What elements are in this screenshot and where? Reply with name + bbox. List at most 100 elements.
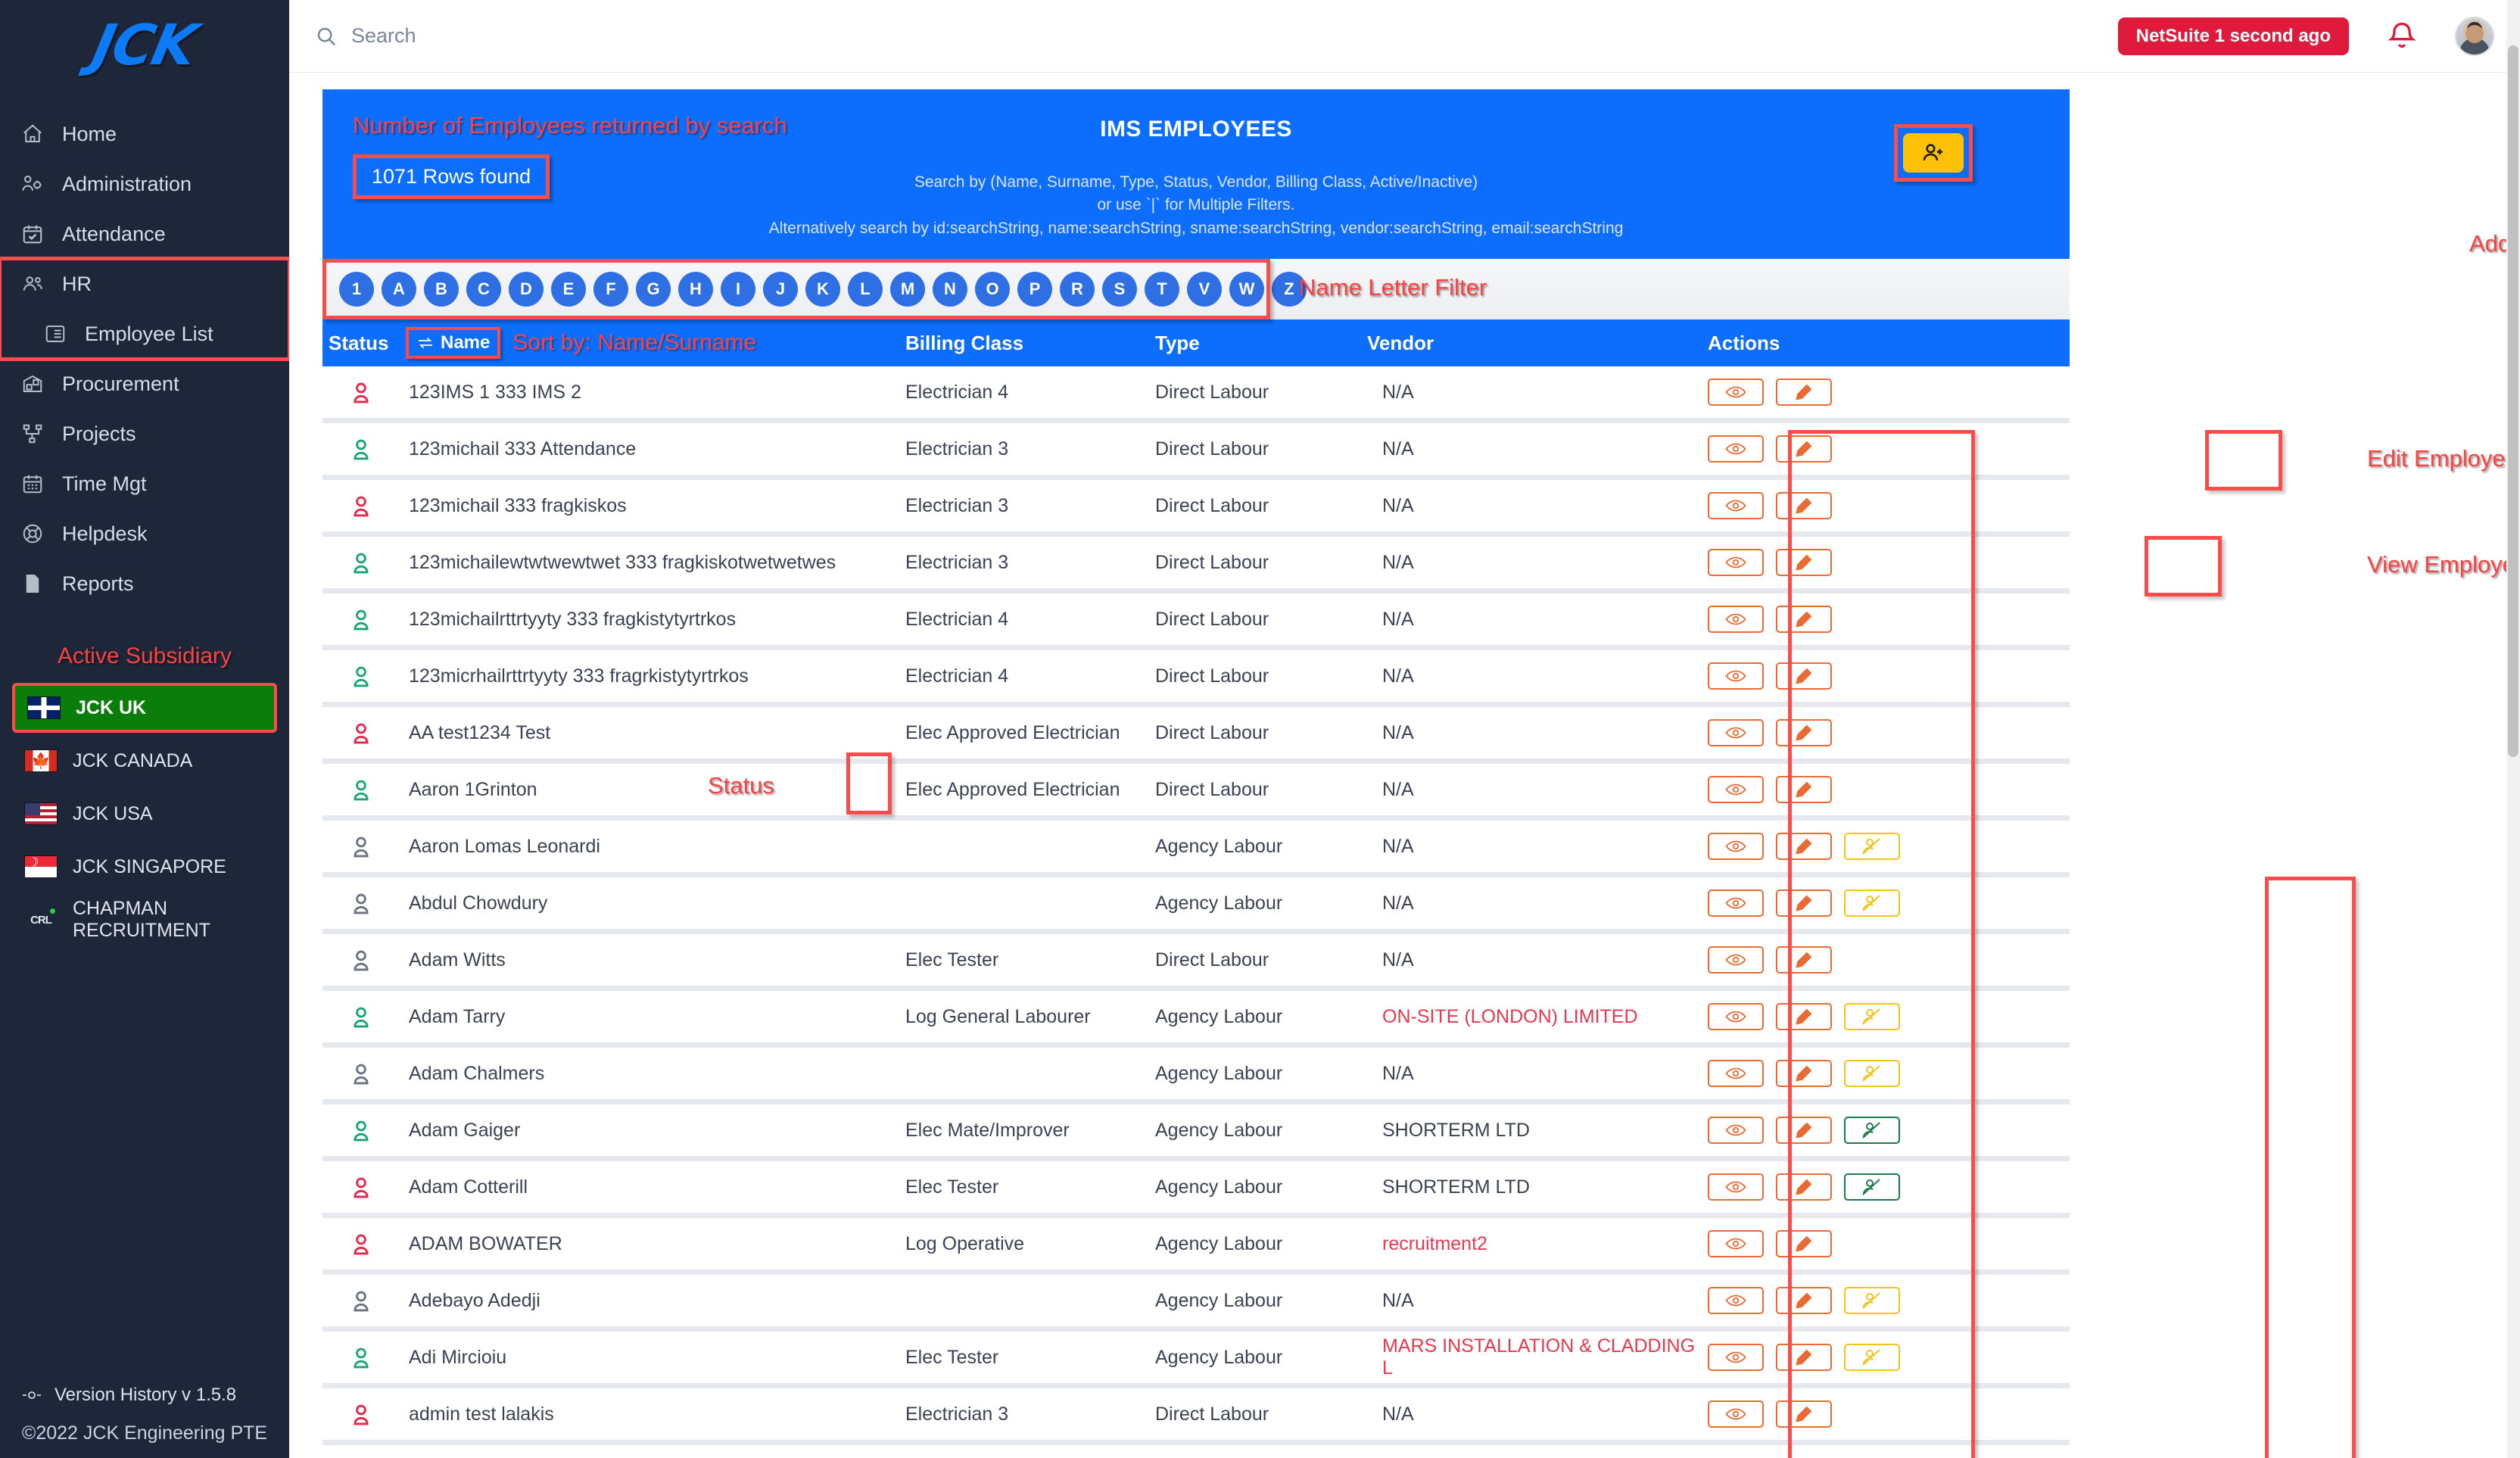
edit-employee-button[interactable] [1776,719,1832,746]
netsuite-sync-badge[interactable]: NetSuite 1 second ago [2117,17,2349,55]
view-employee-button[interactable] [1708,1117,1764,1144]
table-row[interactable]: AA test1234 Test Elec Approved Electrici… [322,707,2070,764]
letter-filter-r[interactable]: R [1060,272,1095,307]
avatar[interactable] [2455,16,2494,56]
app-logo[interactable]: JCK [0,0,289,91]
table-row[interactable]: Aaron Lomas Leonardi Agency Labour N/A [322,821,2070,877]
view-employee-button[interactable] [1708,719,1764,746]
scrollbar-thumb[interactable] [2508,45,2518,757]
deactivate-employee-button[interactable] [1844,1003,1900,1030]
table-row[interactable]: 123michail 333 Attendance Electrician 3 … [322,423,2070,480]
table-row[interactable]: Aaron 1Grinton Elec Approved Electrician… [322,764,2070,821]
subsidiary-item-jck-uk[interactable]: JCK UK [12,683,277,733]
edit-employee-button[interactable] [1776,1400,1832,1428]
view-employee-button[interactable] [1708,1003,1764,1030]
sidebar-item-employee-list[interactable]: Employee List [0,309,289,359]
view-employee-button[interactable] [1708,1230,1764,1257]
version-history-link[interactable]: Version History v 1.5.8 [0,1385,289,1406]
table-row[interactable]: Adebayo Adedji Agency Labour N/A [322,1275,2070,1332]
view-employee-button[interactable] [1708,1400,1764,1428]
edit-employee-button[interactable] [1776,1117,1832,1144]
sidebar-item-projects[interactable]: Projects [0,409,289,459]
subsidiary-item-jck-singapore[interactable]: JCK SINGAPORE [12,842,277,892]
deactivate-employee-button[interactable] [1844,1287,1900,1314]
edit-employee-button[interactable] [1776,1060,1832,1087]
deactivate-employee-button[interactable] [1844,833,1900,860]
view-employee-button[interactable] [1708,1344,1764,1371]
letter-filter-a[interactable]: A [382,272,416,307]
subsidiary-item-chapman-recruitment[interactable]: CRL CHAPMAN RECRUITMENT [12,895,277,945]
edit-employee-button[interactable] [1776,833,1832,860]
table-row[interactable]: 123michail 333 fragkiskos Electrician 3 … [322,480,2070,537]
view-employee-button[interactable] [1708,1060,1764,1087]
letter-filter-f[interactable]: F [593,272,628,307]
view-employee-button[interactable] [1708,946,1764,974]
letter-filter-t[interactable]: T [1145,272,1179,307]
deactivate-employee-button[interactable] [1844,1344,1900,1371]
sidebar-item-attendance[interactable]: Attendance [0,209,289,259]
view-employee-button[interactable] [1708,833,1764,860]
view-employee-button[interactable] [1708,1287,1764,1314]
page-scrollbar[interactable] [2506,0,2520,1458]
table-row[interactable]: admin test lalakis Electrician 3 Direct … [322,1388,2070,1445]
view-employee-button[interactable] [1708,435,1764,463]
edit-employee-button[interactable] [1776,1230,1832,1257]
letter-filter-j[interactable]: J [763,272,798,307]
letter-filter-i[interactable]: I [721,272,755,307]
sort-by-name-button[interactable]: Name [406,327,501,359]
view-employee-button[interactable] [1708,549,1764,576]
view-employee-button[interactable] [1708,776,1764,803]
sidebar-item-helpdesk[interactable]: Helpdesk [0,509,289,559]
deactivate-employee-button[interactable] [1844,1060,1900,1087]
view-employee-button[interactable] [1708,492,1764,519]
letter-filter-s[interactable]: S [1102,272,1137,307]
letter-filter-v[interactable]: V [1187,272,1222,307]
table-row[interactable]: ADAM BOWATER Log Operative Agency Labour… [322,1218,2070,1275]
edit-employee-button[interactable] [1776,662,1832,690]
subsidiary-item-jck-canada[interactable]: JCK CANADA [12,736,277,786]
edit-employee-button[interactable] [1776,1344,1832,1371]
view-employee-button[interactable] [1708,606,1764,633]
letter-filter-b[interactable]: B [424,272,459,307]
edit-employee-button[interactable] [1776,889,1832,917]
sidebar-item-home[interactable]: Home [0,109,289,159]
letter-filter-n[interactable]: N [933,272,967,307]
activate-employee-button[interactable] [1844,1117,1900,1144]
edit-employee-button[interactable] [1776,606,1832,633]
letter-filter-c[interactable]: C [466,272,501,307]
edit-employee-button[interactable] [1776,492,1832,519]
activate-employee-button[interactable] [1844,1173,1900,1201]
table-row[interactable]: Adam Cotterill Elec Tester Agency Labour… [322,1161,2070,1218]
letter-filter-h[interactable]: H [678,272,713,307]
letter-filter-p[interactable]: P [1017,272,1052,307]
sidebar-item-administration[interactable]: Administration [0,159,289,209]
edit-employee-button[interactable] [1776,1287,1832,1314]
edit-employee-button[interactable] [1776,1003,1832,1030]
letter-filter-o[interactable]: O [975,272,1010,307]
table-row[interactable]: 123micrhailrttrtyyty 333 fragrkistytyrtr… [322,650,2070,707]
view-employee-button[interactable] [1708,1173,1764,1201]
sidebar-item-time-mgt[interactable]: Time Mgt [0,459,289,509]
edit-employee-button[interactable] [1776,549,1832,576]
sidebar-item-hr[interactable]: HR [0,259,289,309]
table-row[interactable]: Adam Witts Elec Tester Direct Labour N/A [322,934,2070,991]
table-row[interactable]: 123michailewtwtwewtwet 333 fragkiskotwet… [322,537,2070,593]
table-row[interactable]: 123IMS 1 333 IMS 2 Electrician 4 Direct … [322,366,2070,423]
table-row[interactable]: Adam Tarry Log General Labourer Agency L… [322,991,2070,1048]
subsidiary-item-jck-usa[interactable]: JCK USA [12,789,277,839]
letter-filter-d[interactable]: D [509,272,544,307]
edit-employee-button[interactable] [1776,1173,1832,1201]
view-employee-button[interactable] [1708,379,1764,406]
edit-employee-button[interactable] [1776,435,1832,463]
sidebar-item-procurement[interactable]: Procurement [0,359,289,409]
edit-employee-button[interactable] [1776,776,1832,803]
table-row[interactable]: 123michailrttrtyyty 333 fragkistytyrtrko… [322,593,2070,650]
search-input[interactable]: Search [315,24,2118,48]
letter-filter-k[interactable]: K [805,272,840,307]
edit-employee-button[interactable] [1776,379,1832,406]
edit-employee-button[interactable] [1776,946,1832,974]
letter-filter-m[interactable]: M [890,272,925,307]
letter-filter-w[interactable]: W [1229,272,1264,307]
table-row[interactable]: Adi Mircioiu Elec Tester Agency Labour M… [322,1332,2070,1388]
deactivate-employee-button[interactable] [1844,889,1900,917]
